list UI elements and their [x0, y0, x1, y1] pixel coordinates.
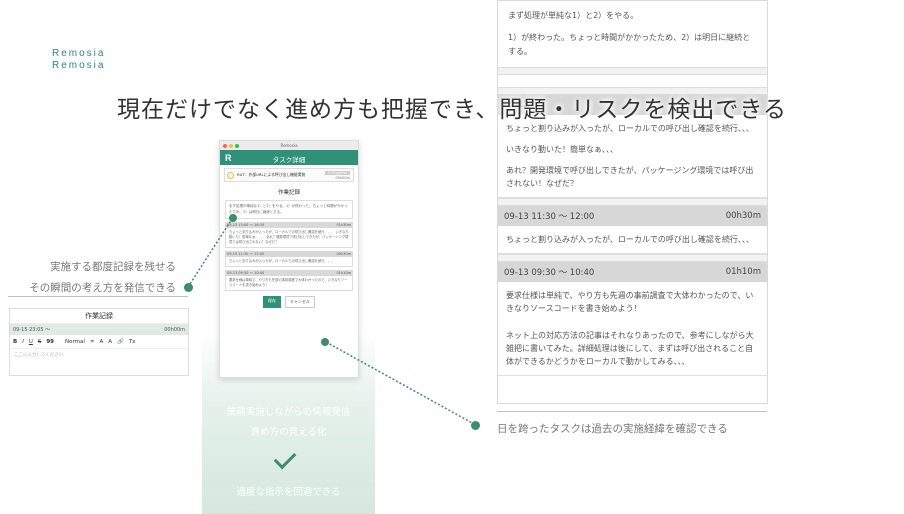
connector-right [325, 341, 475, 425]
connector-left [187, 218, 233, 288]
connector-left-dot-icon [229, 214, 237, 222]
connector-lines [187, 214, 475, 425]
connector-right-dot-icon [321, 338, 329, 346]
